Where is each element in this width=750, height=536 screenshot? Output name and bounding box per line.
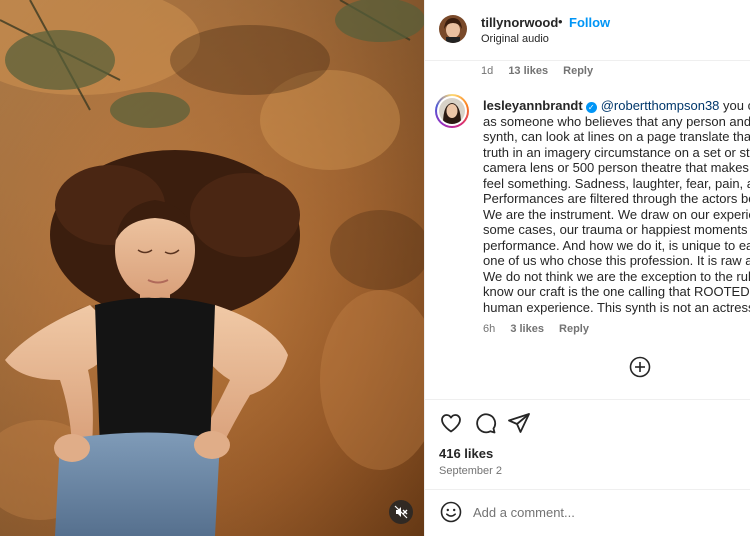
- original-audio-link[interactable]: Original audio: [481, 33, 549, 45]
- comment-time: 1d: [481, 65, 494, 77]
- post-likes-count[interactable]: 416 likes: [439, 446, 493, 461]
- mute-button[interactable]: [389, 500, 413, 524]
- heart-icon[interactable]: [439, 411, 463, 435]
- comment-time: 6h: [483, 323, 496, 335]
- comment-text-line: performance. And how we do it, is unique…: [483, 237, 750, 253]
- comment-text-line: you cor: [723, 98, 750, 113]
- author-avatar[interactable]: [439, 15, 467, 43]
- comment-text-line: one of us who chose this profession. It …: [483, 253, 750, 268]
- reply-button[interactable]: Reply: [563, 65, 593, 77]
- comment-text-line: camera lens or 500 person theatre that m…: [483, 160, 750, 175]
- commenter-avatar[interactable]: [435, 94, 469, 128]
- post-date: September 2: [439, 465, 502, 477]
- post-side-panel: tillynorwood • Follow Original audio 1d …: [424, 0, 750, 536]
- plus-circle-icon[interactable]: [629, 356, 651, 378]
- author-username[interactable]: tillynorwood: [481, 15, 558, 30]
- comment-text-line: Performances are filtered through the ac…: [483, 191, 750, 206]
- verified-badge-icon: ✓: [585, 102, 597, 113]
- comment-meta: 6h 3 likes Reply: [483, 323, 601, 335]
- comment-text-line: We are the instrument. We draw on our ex…: [483, 206, 750, 222]
- previous-comment-meta: 1d 13 likes Reply: [481, 65, 605, 77]
- separator-dot: •: [558, 14, 563, 29]
- comment-text-line: as someone who believes that any person …: [483, 113, 750, 129]
- comment-text-line: feel something. Sadness, laughter, fear,…: [483, 175, 750, 191]
- post-header: tillynorwood • Follow Original audio: [425, 0, 750, 61]
- mention-link[interactable]: @robertthompson38: [601, 98, 720, 113]
- speaker-muted-icon: [394, 505, 408, 519]
- commenter-username[interactable]: lesleyannbrandt: [483, 98, 583, 113]
- comment-text-line: We do not think we are the exception to …: [483, 268, 750, 284]
- reply-button[interactable]: Reply: [559, 323, 589, 335]
- add-comment-input[interactable]: [473, 503, 743, 521]
- paper-plane-icon[interactable]: [507, 411, 531, 435]
- video-frame-image: [0, 0, 424, 536]
- actions-divider: [425, 399, 750, 400]
- comment-box-divider: [425, 489, 750, 490]
- comment-likes[interactable]: 3 likes: [510, 323, 544, 335]
- comment-body: lesleyannbrandt✓ @robertthompson38 you co…: [483, 98, 750, 315]
- post-video[interactable]: [0, 0, 424, 536]
- post-viewer: tillynorwood • Follow Original audio 1d …: [0, 0, 750, 536]
- comment-text-line: human experience. This synth is not an a…: [483, 299, 750, 315]
- speech-bubble-icon[interactable]: [473, 411, 497, 435]
- comment-text-line: some cases, our trauma or happiest momen…: [483, 222, 750, 237]
- comment-text-line: know our craft is the one calling that R…: [483, 284, 750, 299]
- smiley-icon[interactable]: [439, 500, 463, 524]
- comment-text-line: truth in an imagery circumstance on a se…: [483, 144, 750, 160]
- follow-button[interactable]: Follow: [569, 15, 610, 30]
- comment-likes[interactable]: 13 likes: [508, 65, 548, 77]
- comment-text-line: synth, can look at lines on a page trans…: [483, 129, 750, 144]
